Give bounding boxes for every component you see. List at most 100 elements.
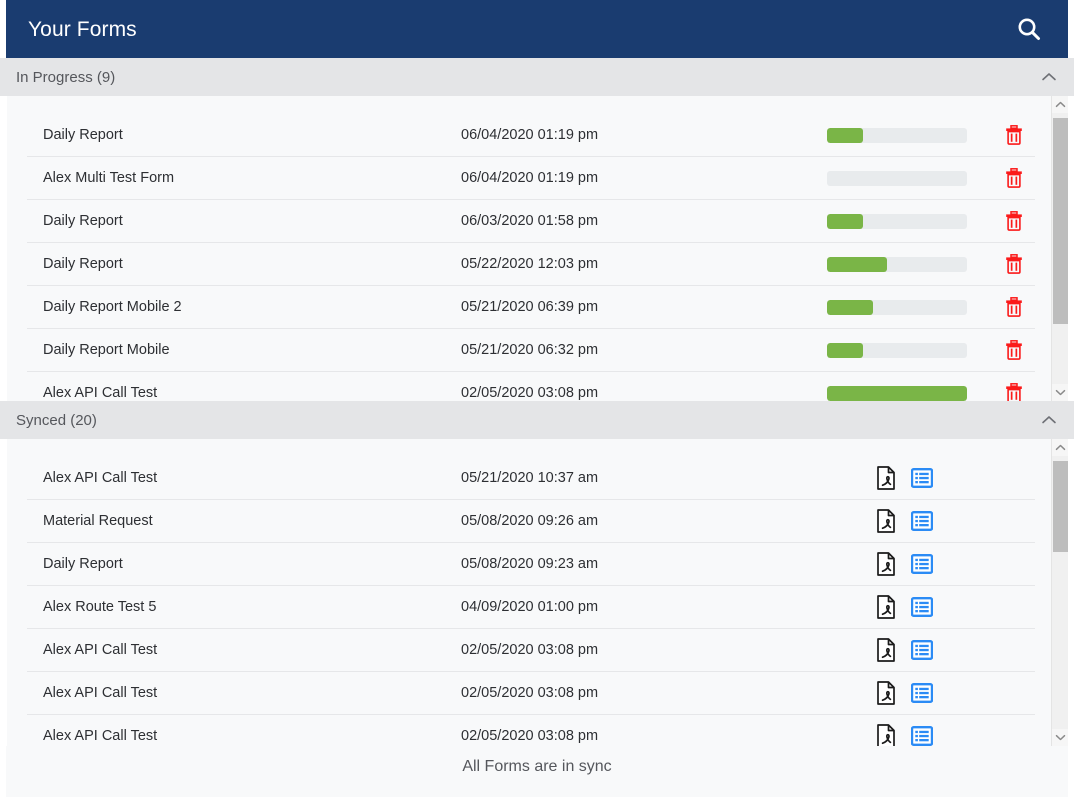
chevron-up-icon: [1042, 73, 1056, 81]
delete-icon: [1006, 297, 1022, 317]
scroll-up-button-synced[interactable]: [1052, 439, 1068, 456]
table-row[interactable]: Alex Route Test 5 04/09/2020 01:00 pm: [27, 586, 1035, 629]
open-pdf-button[interactable]: [873, 723, 899, 746]
section-title-in-progress: In Progress (9): [16, 68, 116, 86]
scroll-thumb-synced[interactable]: [1053, 461, 1068, 552]
table-row[interactable]: Alex API Call Test 05/21/2020 10:37 am: [27, 457, 1035, 500]
row-actions: [711, 294, 1035, 320]
sync-row-icons: [873, 594, 935, 620]
progress-bar: [827, 170, 967, 186]
table-row[interactable]: Alex API Call Test 02/05/2020 03:08 pm: [27, 715, 1035, 746]
scroll-track-synced[interactable]: [1052, 456, 1068, 729]
scroll-down-button-synced[interactable]: [1052, 729, 1068, 746]
table-row[interactable]: Alex API Call Test 02/05/2020 03:08 pm: [27, 629, 1035, 672]
open-form-view-button[interactable]: [909, 723, 935, 746]
progress-bar-fill: [827, 256, 888, 272]
form-date: 05/21/2020 06:32 pm: [461, 342, 599, 358]
sync-row-icons: [873, 723, 935, 746]
chevron-up-icon-synced[interactable]: [1038, 409, 1060, 431]
table-row[interactable]: Daily Report 06/03/2020 01:58 pm: [27, 200, 1035, 243]
sync-row-icons: [873, 551, 935, 577]
table-row[interactable]: Daily Report 06/04/2020 01:19 pm: [27, 114, 1035, 157]
delete-icon: [1006, 254, 1022, 274]
open-pdf-button[interactable]: [873, 465, 899, 491]
delete-button[interactable]: [1001, 251, 1027, 277]
row-actions: [711, 465, 1035, 491]
synced-scrollbar[interactable]: [1051, 439, 1068, 746]
chevron-up-icon-in-progress[interactable]: [1038, 66, 1060, 88]
form-view-icon: [911, 726, 933, 746]
form-name: Daily Report: [43, 213, 123, 229]
open-form-view-button[interactable]: [909, 680, 935, 706]
progress-bar: [827, 256, 967, 272]
open-form-view-button[interactable]: [909, 594, 935, 620]
pdf-icon: [877, 466, 895, 490]
form-date: 06/04/2020 01:19 pm: [461, 170, 599, 186]
sync-row-icons: [873, 637, 935, 663]
scroll-up-button-in-progress[interactable]: [1052, 96, 1068, 113]
table-row[interactable]: Daily Report Mobile 2 05/21/2020 06:39 pm: [27, 286, 1035, 329]
form-view-icon: [911, 511, 933, 531]
form-name: Alex API Call Test: [43, 642, 158, 658]
pdf-icon: [877, 552, 895, 576]
open-pdf-button[interactable]: [873, 508, 899, 534]
section-header-synced[interactable]: Synced (20): [0, 401, 1074, 439]
table-row[interactable]: Daily Report Mobile 05/21/2020 06:32 pm: [27, 329, 1035, 372]
row-actions: [711, 122, 1035, 148]
table-row[interactable]: Daily Report 05/08/2020 09:23 am: [27, 543, 1035, 586]
form-date: 02/05/2020 03:08 pm: [461, 642, 599, 658]
open-form-view-button[interactable]: [909, 508, 935, 534]
delete-button[interactable]: [1001, 337, 1027, 363]
open-pdf-button[interactable]: [873, 680, 899, 706]
pdf-icon: [877, 509, 895, 533]
open-form-view-button[interactable]: [909, 551, 935, 577]
progress-bar-fill: [827, 342, 864, 358]
table-row[interactable]: Alex Multi Test Form 06/04/2020 01:19 pm: [27, 157, 1035, 200]
scroll-track-in-progress[interactable]: [1052, 113, 1068, 384]
sync-status-text: All Forms are in sync: [462, 758, 612, 775]
in-progress-panel: Daily Report 06/04/2020 01:19 pm Alex Mult…: [6, 96, 1068, 401]
in-progress-scrollbar[interactable]: [1051, 96, 1068, 401]
form-name: Alex API Call Test: [43, 728, 158, 744]
progress-bar-fill: [827, 213, 864, 229]
section-header-in-progress[interactable]: In Progress (9): [0, 58, 1074, 96]
delete-button[interactable]: [1001, 165, 1027, 191]
row-actions: [711, 208, 1035, 234]
progress-bar: [827, 213, 967, 229]
open-form-view-button[interactable]: [909, 465, 935, 491]
table-row[interactable]: Alex API Call Test 02/05/2020 03:08 pm: [27, 672, 1035, 715]
your-forms-app: Your Forms In Progress (9) Daily Report 0…: [0, 0, 1074, 803]
delete-button[interactable]: [1001, 122, 1027, 148]
delete-icon: [1006, 340, 1022, 360]
sync-status-footer: All Forms are in sync: [6, 746, 1068, 797]
delete-button[interactable]: [1001, 294, 1027, 320]
table-row[interactable]: Material Request 05/08/2020 09:26 am: [27, 500, 1035, 543]
form-view-icon: [911, 554, 933, 574]
row-actions: [711, 165, 1035, 191]
form-date: 02/05/2020 03:08 pm: [461, 728, 599, 744]
progress-bar-fill: [827, 127, 864, 143]
open-pdf-button[interactable]: [873, 594, 899, 620]
form-name: Daily Report Mobile: [43, 342, 170, 358]
scroll-down-button-in-progress[interactable]: [1052, 384, 1068, 401]
delete-button[interactable]: [1001, 208, 1027, 234]
open-pdf-button[interactable]: [873, 551, 899, 577]
chevron-up-icon: [1042, 416, 1056, 424]
page-title: Your Forms: [28, 17, 137, 41]
delete-button[interactable]: [1001, 380, 1027, 401]
open-form-view-button[interactable]: [909, 637, 935, 663]
in-progress-list: Daily Report 06/04/2020 01:19 pm Alex Mult…: [7, 96, 1051, 401]
sync-row-icons: [873, 680, 935, 706]
progress-bar: [827, 342, 967, 358]
search-button[interactable]: [1012, 12, 1046, 46]
row-actions: [711, 337, 1035, 363]
open-pdf-button[interactable]: [873, 637, 899, 663]
scroll-thumb-in-progress[interactable]: [1053, 118, 1068, 325]
table-row[interactable]: Alex API Call Test 02/05/2020 03:08 pm: [27, 372, 1035, 401]
progress-bar: [827, 299, 967, 315]
delete-icon: [1006, 125, 1022, 145]
form-view-icon: [911, 683, 933, 703]
table-row[interactable]: Daily Report 05/22/2020 12:03 pm: [27, 243, 1035, 286]
synced-list: Alex API Call Test 05/21/2020 10:37 am Mat…: [7, 439, 1051, 746]
synced-panel: Alex API Call Test 05/21/2020 10:37 am Mat…: [6, 439, 1068, 746]
